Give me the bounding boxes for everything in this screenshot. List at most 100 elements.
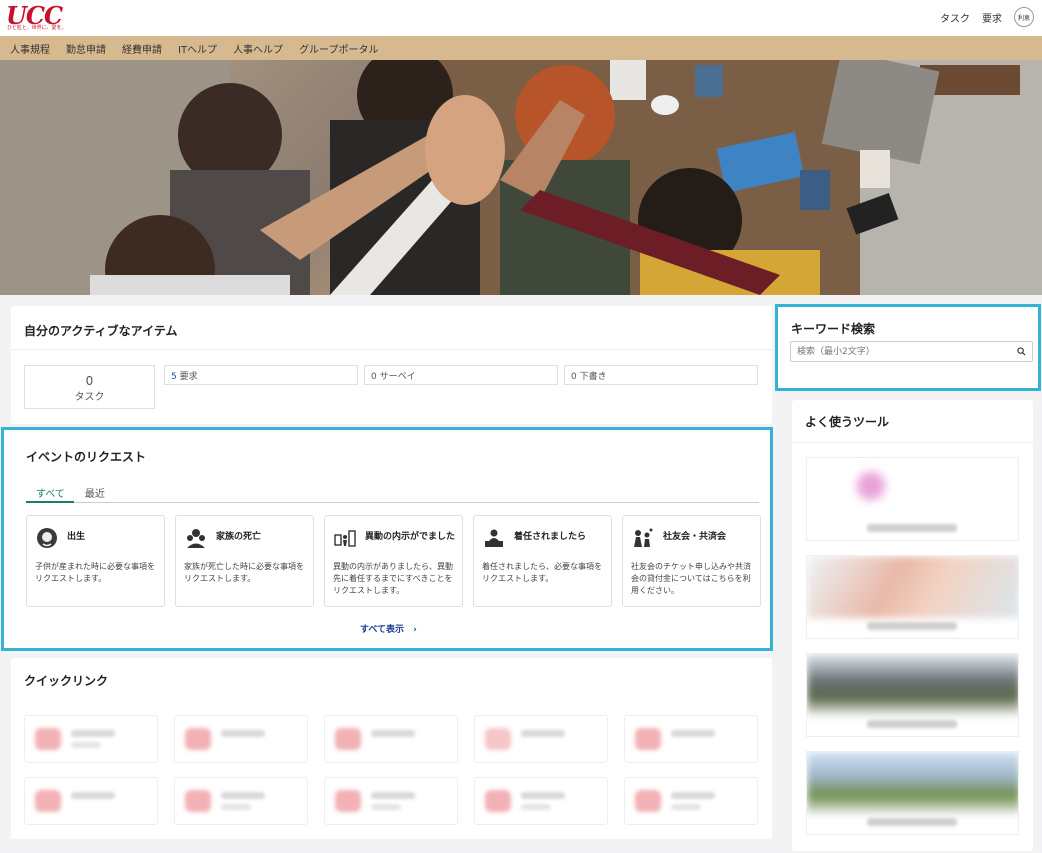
event-requests-card: イベントのリクエスト すべて 最近 出生 子供が産まれた時に必要な事項をリクエス… xyxy=(1,427,773,651)
tool-caption xyxy=(867,818,957,826)
quick-link-icon xyxy=(635,728,661,750)
tool-item[interactable] xyxy=(806,751,1019,835)
event-title: 着任されましたら xyxy=(514,532,587,542)
divider xyxy=(792,442,1033,443)
quick-link-label xyxy=(71,792,115,799)
quick-link-item[interactable] xyxy=(24,777,158,825)
tab-recent[interactable]: 最近 xyxy=(85,485,105,500)
search-icon[interactable] xyxy=(1017,347,1026,356)
hero-image xyxy=(0,60,1042,295)
top-header: UCC ひと粒と、世界に、愛を。 タスク 要求 利恵 xyxy=(0,0,1042,36)
top-link-requests[interactable]: 要求 xyxy=(982,10,1002,25)
quick-link-item[interactable] xyxy=(24,715,158,763)
tool-logo-image xyxy=(807,458,1018,520)
keyword-search-title: キーワード検索 xyxy=(791,322,876,336)
task-label: タスク xyxy=(74,392,105,403)
frequent-tools-card: よく使うツール xyxy=(792,400,1033,851)
quick-link-icon xyxy=(185,728,211,750)
tool-item[interactable] xyxy=(806,457,1019,541)
event-desc: 家族が死亡した時に必要な事項をリクエストします。 xyxy=(184,562,304,583)
quick-link-label xyxy=(371,730,415,737)
quick-link-item[interactable] xyxy=(624,715,758,763)
quick-link-item[interactable] xyxy=(174,777,308,825)
tool-image xyxy=(807,752,1018,814)
logo-tagline: ひと粒と、世界に、愛を。 xyxy=(7,25,67,31)
quick-link-icon xyxy=(335,790,361,812)
quick-link-item[interactable] xyxy=(474,715,608,763)
quick-link-icon xyxy=(35,728,61,750)
tool-item[interactable] xyxy=(806,555,1019,639)
requests-label: 要求 xyxy=(179,372,198,382)
ucc-logo[interactable]: UCC ひと粒と、世界に、愛を。 xyxy=(6,1,67,33)
drafts-stat[interactable]: 0 下書き xyxy=(564,365,758,385)
people-icon xyxy=(634,528,653,547)
nav-item-hr-rules[interactable]: 人事規程 xyxy=(10,41,50,56)
quick-links-card: クイックリンク xyxy=(11,658,772,839)
quick-link-label xyxy=(371,792,415,799)
event-card-social-club[interactable]: 社友会・共済会 社友会のチケット申し込みや共済会の貸付金についてはこちらを利用く… xyxy=(622,515,761,607)
quick-link-item[interactable] xyxy=(474,777,608,825)
top-links: タスク 要求 利恵 xyxy=(940,7,1034,27)
event-desc: 子供が産まれた時に必要な事項をリクエストします。 xyxy=(35,562,155,583)
drafts-label: 下書き xyxy=(579,372,607,382)
quick-link-icon xyxy=(185,790,211,812)
quick-link-label xyxy=(71,730,115,737)
active-items-card: 自分のアクティブなアイテム 0 タスク 5 要求 0 サーベイ 0 下書き xyxy=(11,306,772,424)
top-link-tasks[interactable]: タスク xyxy=(940,10,970,25)
tool-image xyxy=(807,654,1018,716)
event-title: 出生 xyxy=(67,532,86,542)
nav-item-attendance[interactable]: 勤怠申請 xyxy=(66,41,106,56)
quick-link-sublabel xyxy=(71,742,101,748)
quick-link-label xyxy=(671,792,715,799)
event-title: 社友会・共済会 xyxy=(663,532,727,542)
quick-link-sublabel xyxy=(221,804,251,810)
event-requests-title: イベントのリクエスト xyxy=(26,450,147,464)
quick-link-item[interactable] xyxy=(324,715,458,763)
tool-item[interactable] xyxy=(806,653,1019,737)
tab-divider xyxy=(26,502,759,503)
main-nav: 人事規程 勤怠申請 経費申請 ITヘルプ 人事ヘルプ グループポータル xyxy=(0,36,1042,60)
event-card-family-death[interactable]: 家族の死亡 家族が死亡した時に必要な事項をリクエストします。 xyxy=(175,515,314,607)
event-desc: 社友会のチケット申し込みや共済会の貸付金についてはこちらを利用ください。 xyxy=(631,562,751,595)
search-input[interactable] xyxy=(790,341,1033,362)
task-count-box[interactable]: 0 タスク xyxy=(24,365,155,409)
task-count: 0 xyxy=(85,374,94,388)
frequent-tools-title: よく使うツール xyxy=(805,415,890,429)
drafts-count: 0 xyxy=(571,372,577,382)
quick-link-label xyxy=(221,792,265,799)
divider xyxy=(11,349,772,350)
baby-icon xyxy=(37,528,57,548)
nav-item-it-help[interactable]: ITヘルプ xyxy=(178,41,217,56)
show-all-link[interactable]: すべて表示 › xyxy=(360,622,417,635)
event-card-birth[interactable]: 出生 子供が産まれた時に必要な事項をリクエストします。 xyxy=(26,515,165,607)
event-desc: 着任されましたら、必要な事項をリクエストします。 xyxy=(482,562,602,583)
tab-all[interactable]: すべて xyxy=(36,485,65,500)
surveys-label: サーベイ xyxy=(379,372,416,382)
requests-stat[interactable]: 5 要求 xyxy=(164,365,358,385)
tab-active-underline xyxy=(26,501,74,503)
quick-link-item[interactable] xyxy=(624,777,758,825)
quick-link-item[interactable] xyxy=(174,715,308,763)
nav-item-hr-help[interactable]: 人事ヘルプ xyxy=(233,41,283,56)
quick-link-item[interactable] xyxy=(324,777,458,825)
keyword-search-card: キーワード検索 xyxy=(775,304,1041,391)
tool-caption xyxy=(867,524,957,532)
transfer-icon xyxy=(334,530,356,547)
surveys-stat[interactable]: 0 サーベイ xyxy=(364,365,558,385)
event-card-transfer[interactable]: 異動の内示がでました 異動の内示がありましたら、異動先に着任するまでにすべきこと… xyxy=(324,515,463,607)
show-all-label: すべて表示 xyxy=(360,625,405,635)
avatar[interactable]: 利恵 xyxy=(1014,7,1034,27)
event-tabs: すべて 最近 xyxy=(26,485,105,500)
event-card-arrival[interactable]: 着任されましたら 着任されましたら、必要な事項をリクエストします。 xyxy=(473,515,612,607)
quick-links-title: クイックリンク xyxy=(24,674,109,688)
tool-caption xyxy=(867,720,957,728)
tool-caption xyxy=(867,622,957,630)
tool-image xyxy=(807,556,1018,618)
nav-item-expense[interactable]: 経費申請 xyxy=(122,41,162,56)
quick-link-icon xyxy=(35,790,61,812)
quick-link-label xyxy=(521,730,565,737)
quick-link-sublabel xyxy=(371,804,401,810)
quick-link-icon xyxy=(335,728,361,750)
nav-item-group-portal[interactable]: グループポータル xyxy=(299,41,378,56)
quick-link-icon xyxy=(485,728,511,750)
